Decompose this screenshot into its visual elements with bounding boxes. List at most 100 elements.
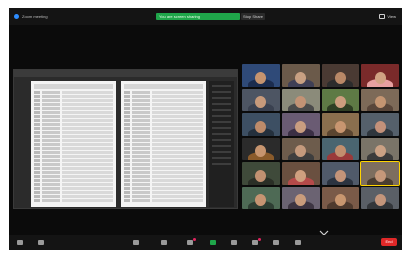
document-row — [34, 167, 113, 170]
document-row — [124, 139, 203, 142]
document-row — [124, 107, 203, 110]
participants-icon[interactable] — [160, 239, 168, 246]
record-icon[interactable] — [230, 239, 238, 246]
participant-tile[interactable] — [361, 64, 399, 87]
participant-tile[interactable] — [281, 162, 320, 185]
chat-badge — [193, 238, 196, 241]
participant-tile[interactable] — [361, 137, 399, 160]
shared-screen[interactable] — [13, 69, 238, 209]
document-row — [124, 91, 203, 94]
document-row — [34, 199, 113, 202]
stop-share-button[interactable]: Stop Share — [241, 13, 265, 20]
participant-tile[interactable] — [361, 88, 399, 111]
participant-tile[interactable] — [360, 161, 400, 186]
participant-tile[interactable] — [281, 113, 320, 136]
document-row — [124, 171, 203, 174]
page-content — [34, 84, 113, 204]
reactions-badge — [258, 238, 261, 241]
page-header-row — [34, 84, 113, 89]
participant-tile[interactable] — [321, 88, 360, 111]
document-row — [34, 151, 113, 154]
view-button[interactable]: View — [379, 13, 396, 20]
shared-app-toolbar — [14, 70, 237, 77]
document-row — [124, 151, 203, 154]
participant-tile[interactable] — [361, 113, 399, 136]
document-page-left — [31, 81, 116, 207]
participant-face — [295, 169, 307, 182]
shield-icon[interactable] — [132, 239, 140, 246]
participant-tile[interactable] — [281, 64, 320, 87]
document-row — [34, 191, 113, 194]
participant-tile[interactable] — [242, 88, 280, 111]
participant-tile[interactable] — [242, 137, 280, 160]
document-row — [34, 123, 113, 126]
participant-face — [334, 169, 346, 182]
document-row — [124, 131, 203, 134]
document-row — [124, 191, 203, 194]
document-row — [34, 135, 113, 138]
participant-face — [295, 71, 307, 84]
microphone-icon[interactable] — [16, 239, 24, 246]
document-row — [34, 179, 113, 182]
document-row — [34, 159, 113, 162]
participant-tile[interactable] — [321, 113, 360, 136]
document-row — [34, 91, 113, 94]
document-row — [34, 187, 113, 190]
participant-tile[interactable] — [361, 186, 399, 209]
document-row — [34, 111, 113, 114]
app-label: Zoom meeting — [22, 14, 48, 19]
document-row — [124, 175, 203, 178]
participant-face — [374, 194, 386, 207]
document-row — [124, 187, 203, 190]
page-content — [124, 84, 203, 204]
end-meeting-button[interactable]: End — [381, 238, 397, 246]
document-row — [124, 135, 203, 138]
participant-tile[interactable] — [242, 64, 280, 87]
participant-face — [295, 120, 307, 133]
participant-tile[interactable] — [281, 186, 320, 209]
participant-tile[interactable] — [321, 137, 360, 160]
document-row — [124, 179, 203, 182]
top-bar: Zoom meeting You are screen sharing Stop… — [9, 8, 402, 25]
participant-face — [334, 71, 346, 84]
page-header-row — [124, 84, 203, 89]
participant-tile[interactable] — [281, 88, 320, 111]
document-row — [124, 163, 203, 166]
document-row — [34, 139, 113, 142]
share-screen-icon[interactable] — [209, 239, 217, 246]
document-row — [34, 171, 113, 174]
document-row — [34, 119, 113, 122]
app-indicator[interactable]: Zoom meeting — [14, 13, 48, 20]
participant-gallery — [242, 64, 400, 209]
participant-face — [374, 71, 386, 84]
participant-face — [334, 120, 346, 133]
participant-tile[interactable] — [242, 186, 280, 209]
participant-tile[interactable] — [321, 64, 360, 87]
document-row — [124, 155, 203, 158]
document-row — [34, 127, 113, 130]
document-row — [124, 159, 203, 162]
meeting-window: Zoom meeting You are screen sharing Stop… — [9, 8, 402, 250]
share-banner: You are screen sharing — [156, 13, 240, 20]
participant-tile[interactable] — [242, 162, 280, 185]
more-icon[interactable] — [294, 239, 302, 246]
document-row — [124, 127, 203, 130]
reactions-icon[interactable] — [251, 238, 261, 246]
document-row — [124, 95, 203, 98]
document-row — [34, 95, 113, 98]
participant-tile[interactable] — [281, 137, 320, 160]
view-label: View — [387, 14, 396, 19]
document-row — [124, 147, 203, 150]
document-row — [124, 143, 203, 146]
document-row — [34, 155, 113, 158]
chat-icon[interactable] — [186, 238, 196, 246]
participant-face — [374, 169, 386, 182]
document-row — [34, 107, 113, 110]
participant-tile[interactable] — [242, 113, 280, 136]
video-camera-icon[interactable] — [37, 239, 45, 246]
participant-tile[interactable] — [321, 162, 360, 185]
document-row — [34, 131, 113, 134]
apps-icon[interactable] — [272, 239, 280, 246]
participant-tile[interactable] — [321, 186, 360, 209]
zoom-logo-icon — [14, 14, 19, 19]
